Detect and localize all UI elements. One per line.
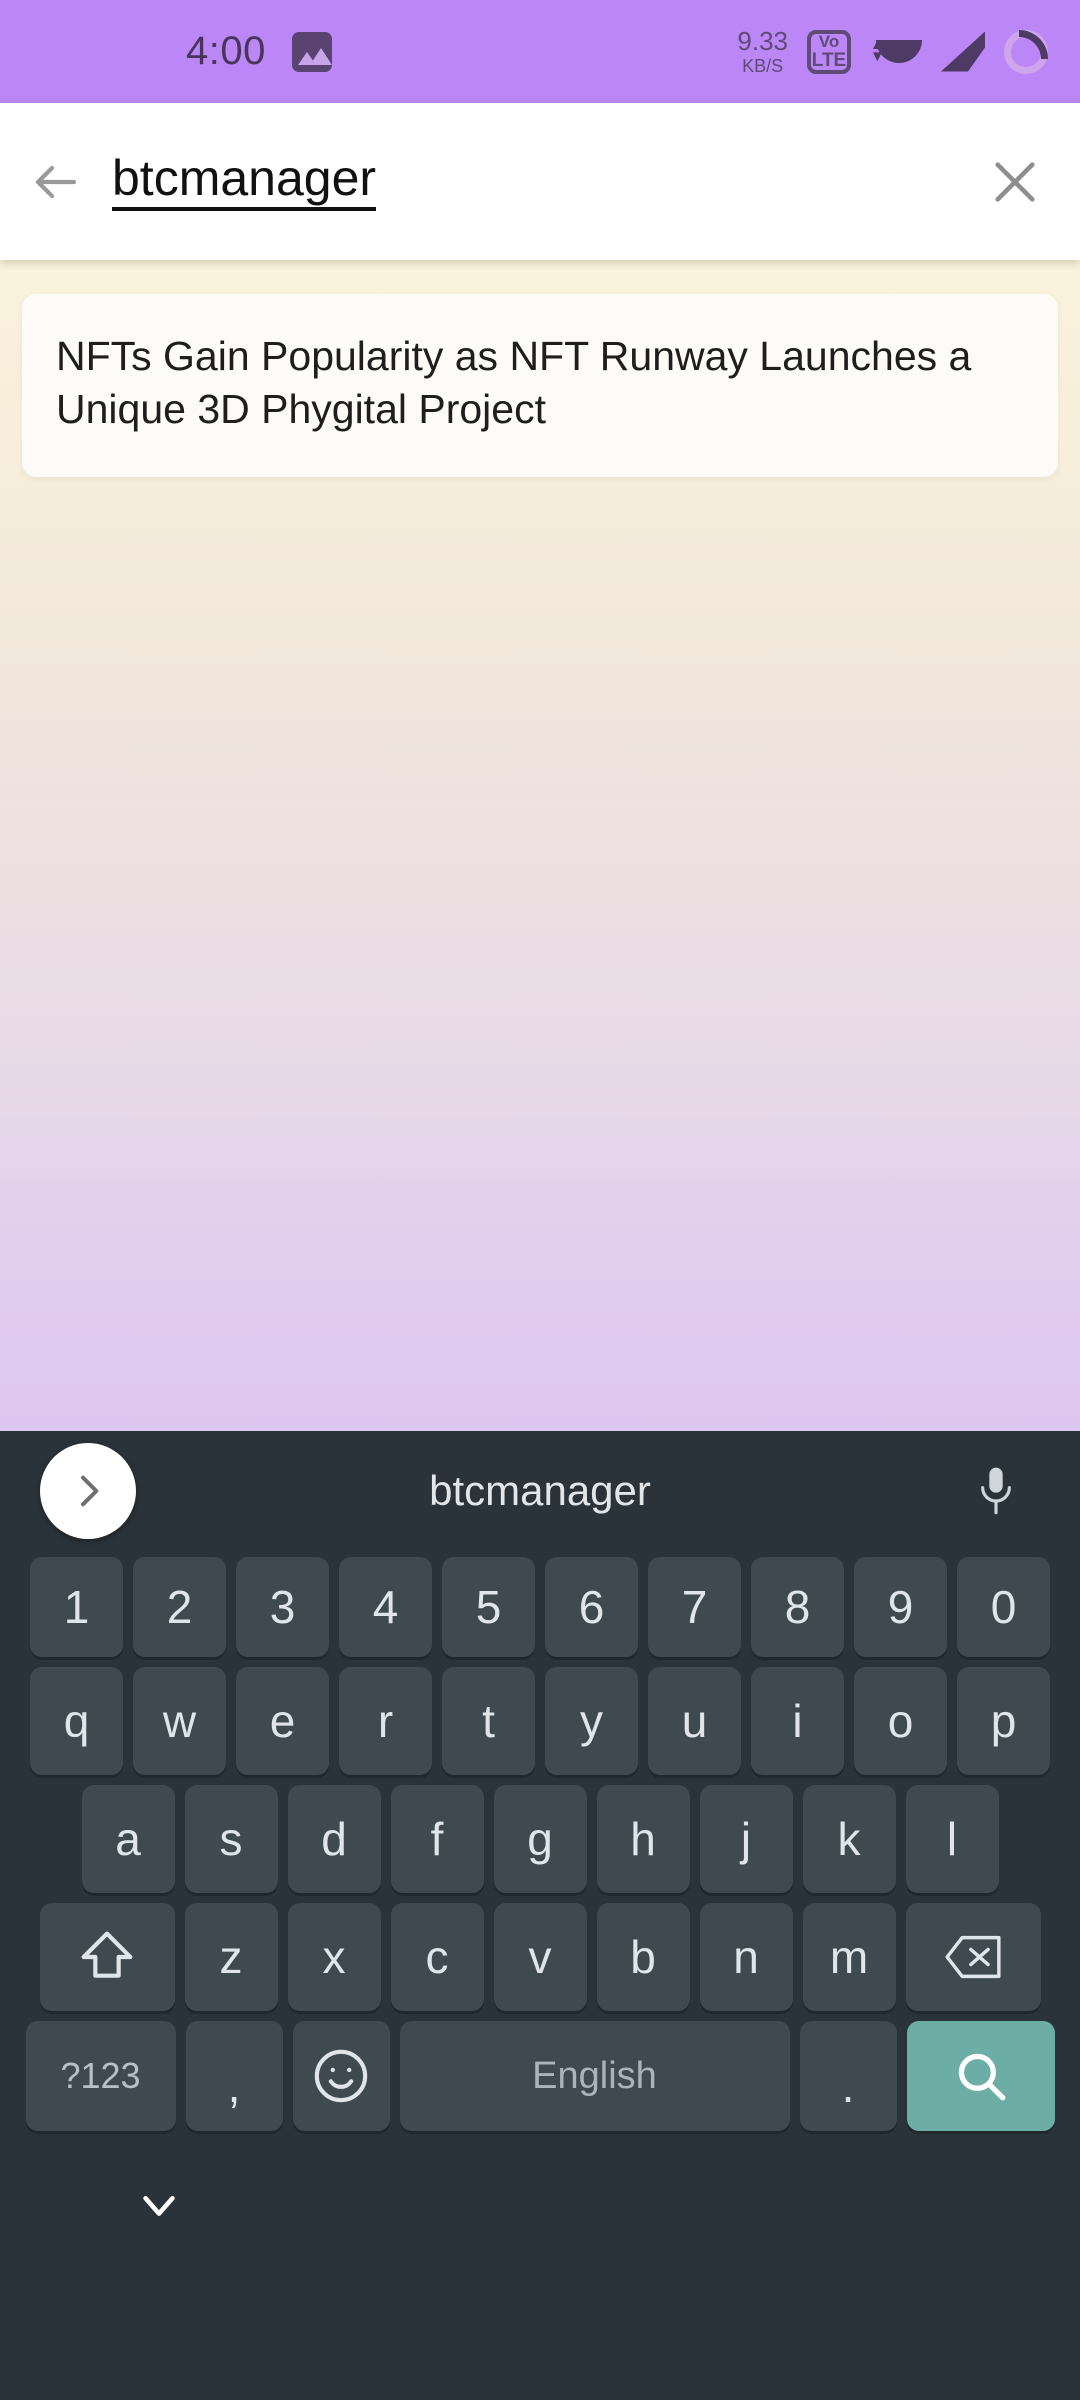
key-u[interactable]: u: [648, 1667, 741, 1775]
suggestion-card[interactable]: NFTs Gain Popularity as NFT Runway Launc…: [22, 294, 1058, 477]
status-bar-clock: 4:00: [186, 29, 266, 73]
network-speed-value: 9.33: [737, 26, 788, 56]
navigation-bar: [0, 2141, 1080, 2271]
shift-key[interactable]: [39, 1903, 175, 2011]
wifi-icon: ▲▼: [870, 30, 922, 74]
key-d[interactable]: d: [287, 1785, 381, 1893]
shift-icon: [81, 1931, 133, 1978]
key-r[interactable]: r: [339, 1667, 432, 1775]
key-x[interactable]: x: [287, 1903, 381, 2011]
keyboard-row-bottom-letters: z x c v b n m: [0, 1903, 1080, 2011]
content-area: NFTs Gain Popularity as NFT Runway Launc…: [0, 260, 1080, 1431]
volte-label-bottom: LTE: [811, 50, 847, 71]
emoji-key[interactable]: [292, 2021, 390, 2131]
search-input[interactable]: btcmanager: [112, 152, 950, 211]
space-key[interactable]: English: [399, 2021, 790, 2131]
key-o[interactable]: o: [854, 1667, 947, 1775]
key-9[interactable]: 9: [854, 1557, 947, 1657]
key-b[interactable]: b: [596, 1903, 690, 2011]
key-w[interactable]: w: [133, 1667, 226, 1775]
key-1[interactable]: 1: [30, 1557, 123, 1657]
network-speed-indicator: 9.33 KB/S: [737, 28, 788, 75]
key-6[interactable]: 6: [545, 1557, 638, 1657]
backspace-icon: [945, 1935, 1001, 1979]
key-z[interactable]: z: [184, 1903, 278, 2011]
key-c[interactable]: c: [390, 1903, 484, 2011]
suggestion-card-title: NFTs Gain Popularity as NFT Runway Launc…: [56, 333, 972, 433]
symbols-key[interactable]: ?123: [25, 2021, 176, 2131]
comma-key[interactable]: ,: [185, 2021, 283, 2131]
close-icon: [995, 161, 1035, 202]
back-button[interactable]: [0, 158, 112, 206]
suggestion-word[interactable]: btcmanager: [0, 1467, 1080, 1515]
key-0[interactable]: 0: [957, 1557, 1050, 1657]
clear-search-button[interactable]: [950, 156, 1080, 208]
search-input-value: btcmanager: [112, 152, 377, 211]
expand-suggestions-button[interactable]: [40, 1443, 136, 1539]
key-m[interactable]: m: [802, 1903, 896, 2011]
key-n[interactable]: n: [699, 1903, 793, 2011]
key-k[interactable]: k: [802, 1785, 896, 1893]
key-a[interactable]: a: [81, 1785, 175, 1893]
key-h[interactable]: h: [596, 1785, 690, 1893]
emoji-smiley-icon: [314, 2049, 368, 2103]
keyboard-rows: 1 2 3 4 5 6 7 8 9 0 q w e r t y u i o p …: [0, 1551, 1080, 2131]
key-q[interactable]: q: [30, 1667, 123, 1775]
keyboard-suggestion-bar: btcmanager: [0, 1431, 1080, 1551]
key-2[interactable]: 2: [133, 1557, 226, 1657]
search-icon: [958, 2053, 1005, 2101]
key-j[interactable]: j: [699, 1785, 793, 1893]
key-y[interactable]: y: [545, 1667, 638, 1775]
key-5[interactable]: 5: [442, 1557, 535, 1657]
keyboard: btcmanager 1 2 3 4 5 6 7 8 9 0 q w e r t…: [0, 1431, 1080, 2400]
key-s[interactable]: s: [184, 1785, 278, 1893]
status-bar-left: 4:00: [0, 29, 332, 74]
network-speed-unit: KB/S: [742, 56, 784, 76]
key-4[interactable]: 4: [339, 1557, 432, 1657]
key-i[interactable]: i: [751, 1667, 844, 1775]
keyboard-row-numbers: 1 2 3 4 5 6 7 8 9 0: [0, 1557, 1080, 1657]
chevron-right-icon: [81, 1475, 99, 1507]
keyboard-row-top: q w e r t y u i o p: [0, 1667, 1080, 1775]
image-icon: [291, 31, 332, 72]
voice-input-button[interactable]: [968, 1461, 1024, 1521]
hide-keyboard-button[interactable]: [136, 2181, 182, 2232]
key-e[interactable]: e: [236, 1667, 329, 1775]
keyboard-row-bottom-controls: ?123 , English .: [0, 2021, 1080, 2131]
key-v[interactable]: v: [493, 1903, 587, 2011]
back-arrow-icon: [35, 165, 77, 198]
search-enter-key[interactable]: [906, 2021, 1055, 2131]
key-8[interactable]: 8: [751, 1557, 844, 1657]
search-bar: btcmanager: [0, 103, 1080, 260]
status-bar: 4:00 9.33 KB/S Vo LTE ▲▼: [0, 0, 1080, 103]
key-l[interactable]: l: [905, 1785, 999, 1893]
backspace-key[interactable]: [905, 1903, 1041, 2011]
key-p[interactable]: p: [957, 1667, 1050, 1775]
key-7[interactable]: 7: [648, 1557, 741, 1657]
volte-icon: Vo LTE: [807, 29, 851, 74]
key-t[interactable]: t: [442, 1667, 535, 1775]
chevron-down-icon: [143, 2195, 175, 2216]
period-key[interactable]: .: [799, 2021, 897, 2131]
status-bar-right: 9.33 KB/S Vo LTE ▲▼: [737, 28, 1048, 75]
battery-circle-icon: [1004, 29, 1048, 74]
signal-bars-icon: [941, 31, 985, 72]
microphone-icon: [981, 1467, 1011, 1515]
key-g[interactable]: g: [493, 1785, 587, 1893]
key-3[interactable]: 3: [236, 1557, 329, 1657]
volte-label-top: Vo: [818, 32, 840, 51]
key-f[interactable]: f: [390, 1785, 484, 1893]
keyboard-row-home: a s d f g h j k l: [0, 1785, 1080, 1893]
